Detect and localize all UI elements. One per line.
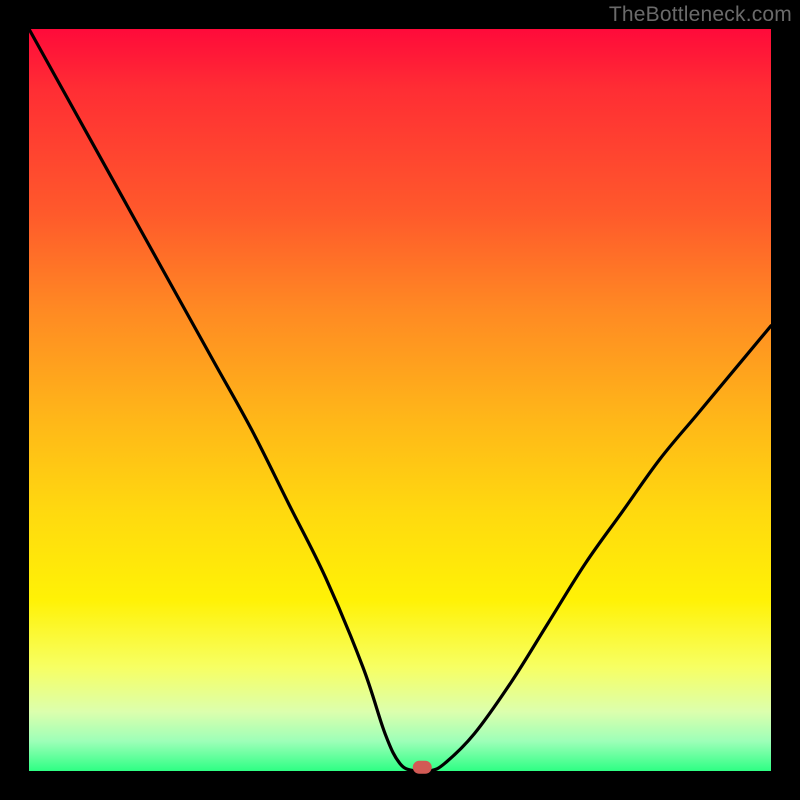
bottleneck-curve <box>29 29 771 772</box>
plot-area <box>29 29 771 771</box>
optimal-point-marker <box>413 761 431 773</box>
watermark-text: TheBottleneck.com <box>609 3 792 27</box>
chart-frame: TheBottleneck.com <box>0 0 800 800</box>
chart-svg <box>29 29 771 771</box>
